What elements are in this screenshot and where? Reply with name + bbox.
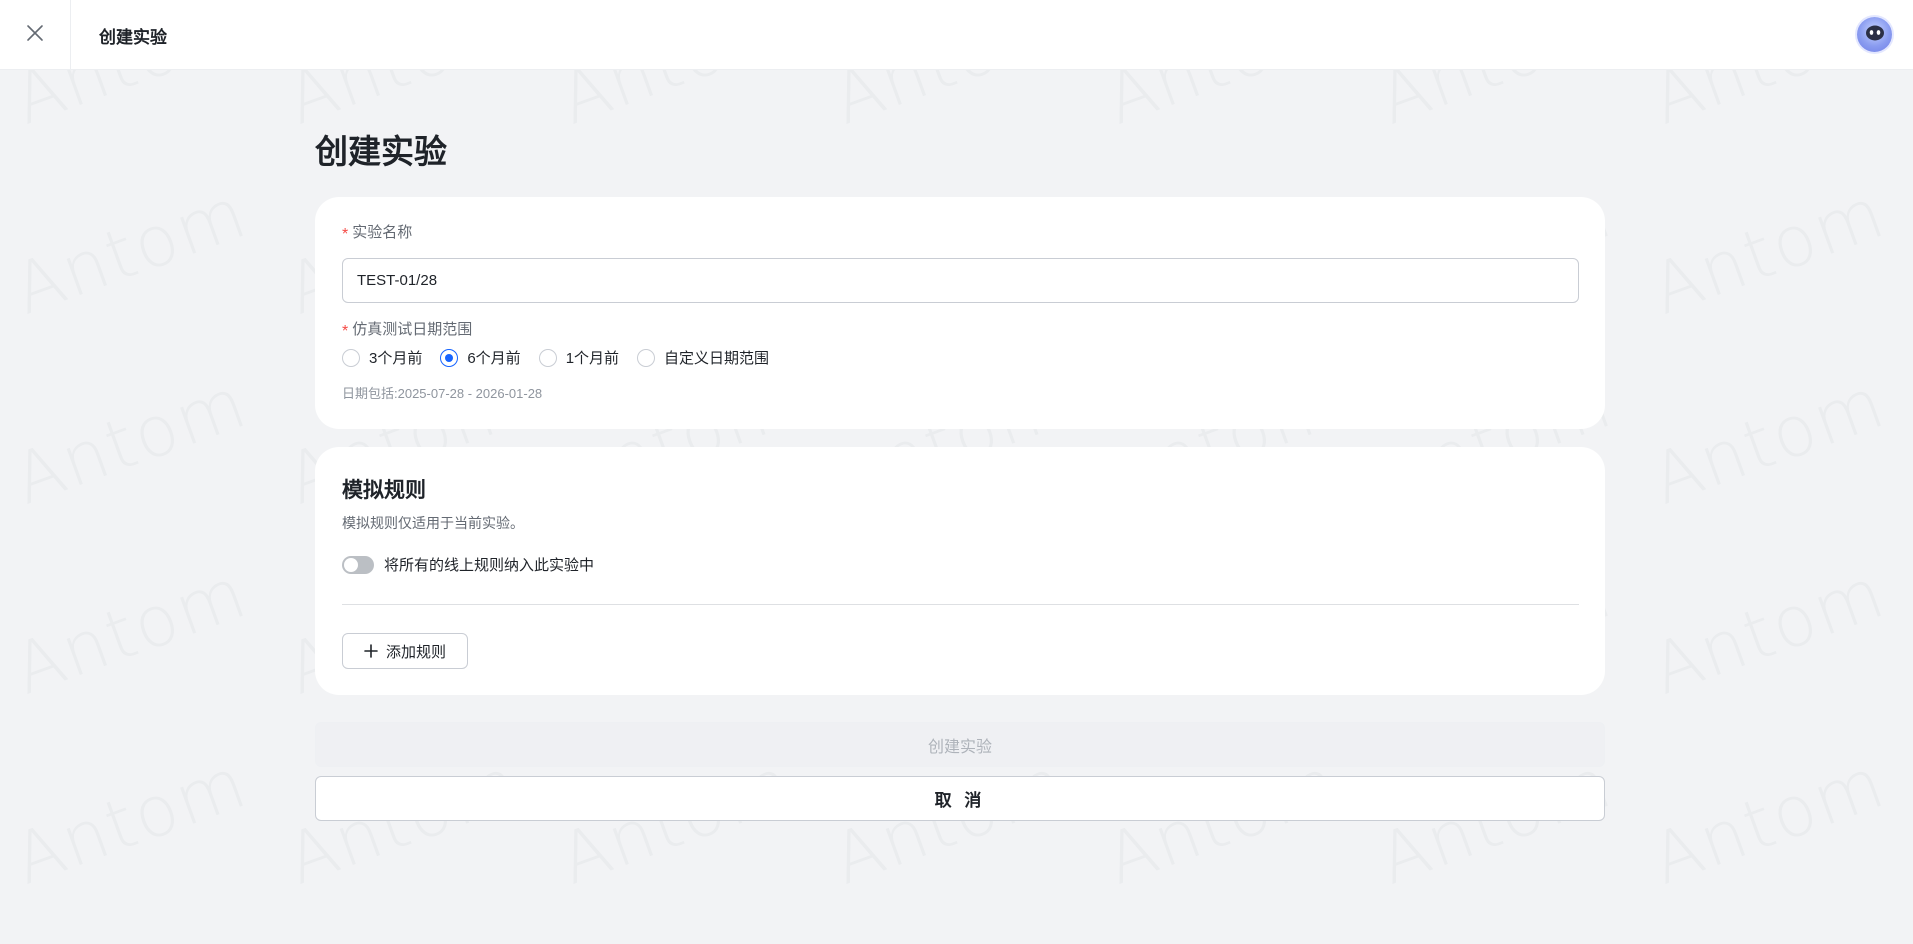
experiment-name-label: * 实验名称: [342, 221, 413, 243]
radio-label: 自定义日期范围: [664, 350, 770, 367]
cancel-button[interactable]: 取 消: [315, 776, 1605, 821]
simulation-rules-card: 模拟规则 模拟规则仅适用于当前实验。 将所有的线上规则纳入此实验中 添加规则: [315, 447, 1605, 695]
required-mark: *: [342, 226, 349, 243]
experiment-name-label-text: 实验名称: [352, 224, 413, 241]
experiment-name-input[interactable]: [342, 258, 1579, 303]
include-online-rules-toggle[interactable]: [342, 555, 374, 574]
include-online-rules-row: 将所有的线上规则纳入此实验中: [342, 554, 594, 575]
radio-circle[interactable]: [637, 348, 656, 367]
radio-6-months[interactable]: 6个月前: [440, 347, 521, 368]
radio-3-months[interactable]: 3个月前: [342, 347, 422, 368]
radio-custom-range[interactable]: 自定义日期范围: [637, 347, 769, 368]
date-range-hint: 日期包括:2025-07-28 - 2026-01-28: [342, 386, 543, 401]
rules-section-title: 模拟规则: [342, 479, 426, 502]
divider: [342, 604, 1579, 605]
date-range-radio-group: 3个月前 6个月前 1个月前 自定义日期范围: [342, 347, 787, 368]
watermark-text: Antom: [3, 171, 258, 331]
rules-section-description: 模拟规则仅适用于当前实验。: [342, 515, 524, 531]
plus-icon: [364, 644, 378, 658]
close-icon: [26, 24, 44, 47]
topbar-title: 创建实验: [99, 28, 167, 47]
required-mark: *: [342, 323, 349, 340]
page-title: 创建实验: [315, 133, 447, 170]
avatar[interactable]: [1857, 17, 1892, 52]
date-range-label: * 仿真测试日期范围: [342, 318, 473, 340]
close-button[interactable]: [0, 0, 71, 70]
radio-label: 3个月前: [369, 350, 423, 367]
watermark-text: Antom: [1641, 361, 1896, 521]
radio-circle[interactable]: [342, 348, 360, 367]
radio-circle[interactable]: [538, 348, 557, 367]
top-bar: 创建实验: [0, 0, 1913, 70]
watermark-text: Antom: [1641, 171, 1896, 331]
create-experiment-button[interactable]: 创建实验: [315, 722, 1605, 767]
watermark-text: Antom: [3, 361, 258, 521]
toggle-knob: [344, 557, 358, 572]
watermark-text: Antom: [1641, 741, 1896, 901]
date-range-label-text: 仿真测试日期范围: [352, 321, 473, 338]
watermark-text: Antom: [3, 551, 258, 711]
radio-1-month[interactable]: 1个月前: [538, 347, 620, 368]
radio-label: 6个月前: [467, 350, 521, 367]
radio-label: 1个月前: [565, 350, 620, 367]
watermark-text: Antom: [1641, 551, 1896, 711]
radio-circle-checked[interactable]: [440, 348, 459, 367]
add-rule-label: 添加规则: [385, 643, 446, 661]
add-rule-button[interactable]: 添加规则: [342, 633, 468, 669]
radio-dot: [445, 353, 454, 362]
watermark-text: Antom: [3, 741, 258, 901]
robot-avatar-icon: [1863, 20, 1887, 49]
experiment-info-card: *实验名称 *仿真测试日期范围 3个月前 6个月前 1个月前 自定义日期范围: [315, 197, 1605, 429]
include-online-rules-label: 将所有的线上规则纳入此实验中: [384, 557, 595, 574]
